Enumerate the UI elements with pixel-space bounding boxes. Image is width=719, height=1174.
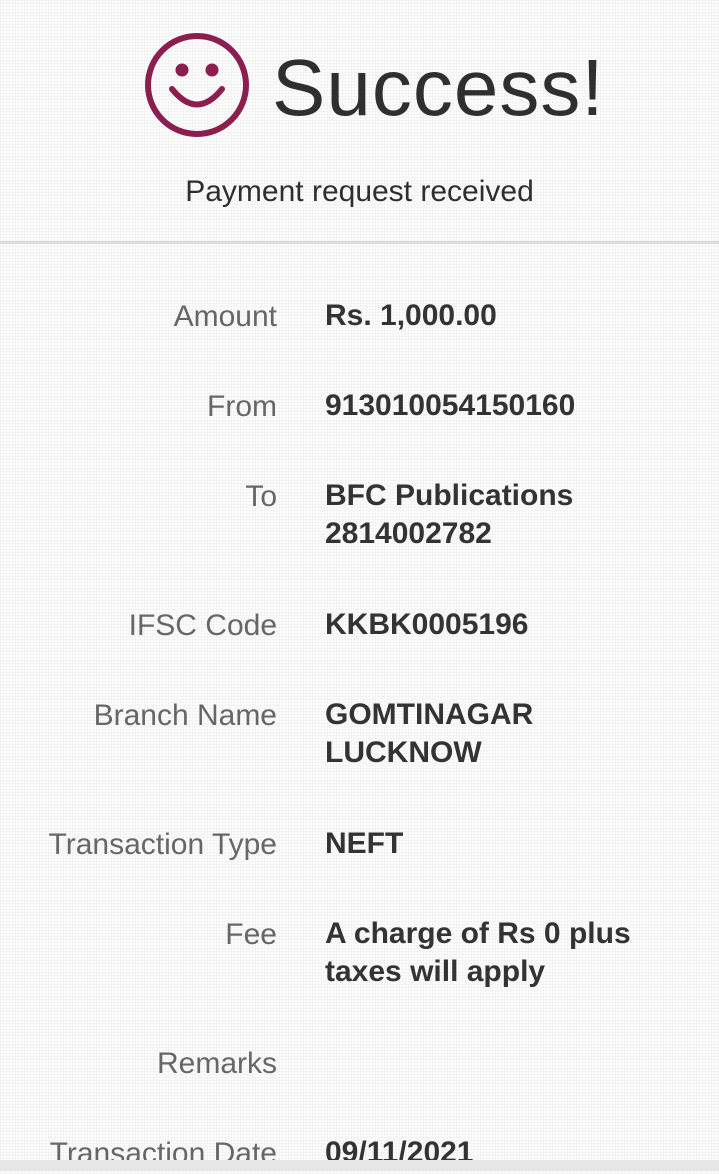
fee-label: Fee bbox=[225, 918, 277, 951]
to-label: To bbox=[245, 480, 277, 513]
transaction-type-label: Transaction Type bbox=[48, 828, 277, 861]
payee-account-number: 2814002782 bbox=[325, 517, 492, 550]
from-account-number: 913010054150160 bbox=[325, 389, 576, 422]
branch-name-line-2: LUCKNOW bbox=[325, 736, 482, 769]
page-title: Success! bbox=[272, 43, 605, 132]
ifsc-code: KKBK0005196 bbox=[325, 608, 529, 641]
from-value: 913010054150160 bbox=[325, 387, 705, 425]
fee-line-2: taxes will apply bbox=[325, 955, 546, 988]
transaction-type: NEFT bbox=[325, 827, 404, 860]
fee-line-1: A charge of Rs 0 plus bbox=[325, 917, 631, 950]
branch-name-line-1: GOMTINAGAR bbox=[325, 698, 534, 731]
status-subtitle: Payment request received bbox=[185, 175, 534, 208]
amount-label: Amount bbox=[173, 300, 277, 333]
from-label: From bbox=[207, 390, 277, 423]
ifsc-label: IFSC Code bbox=[128, 609, 277, 642]
to-value: BFC Publications 2814002782 bbox=[325, 477, 705, 553]
transaction-type-value: NEFT bbox=[325, 825, 705, 863]
fee-value: A charge of Rs 0 plus taxes will apply bbox=[325, 915, 705, 991]
branch-label: Branch Name bbox=[93, 699, 277, 732]
bottom-bar bbox=[0, 1160, 719, 1171]
success-header: Success! Payment request received bbox=[0, 0, 719, 244]
remarks-label: Remarks bbox=[156, 1047, 277, 1080]
payee-name: BFC Publications bbox=[325, 479, 574, 512]
smiley-face-icon bbox=[145, 33, 249, 137]
amount-value-line: Rs. 1,000.00 bbox=[325, 299, 497, 332]
amount-value: Rs. 1,000.00 bbox=[325, 297, 705, 335]
branch-value: GOMTINAGAR LUCKNOW bbox=[325, 696, 705, 772]
ifsc-value: KKBK0005196 bbox=[325, 606, 705, 644]
